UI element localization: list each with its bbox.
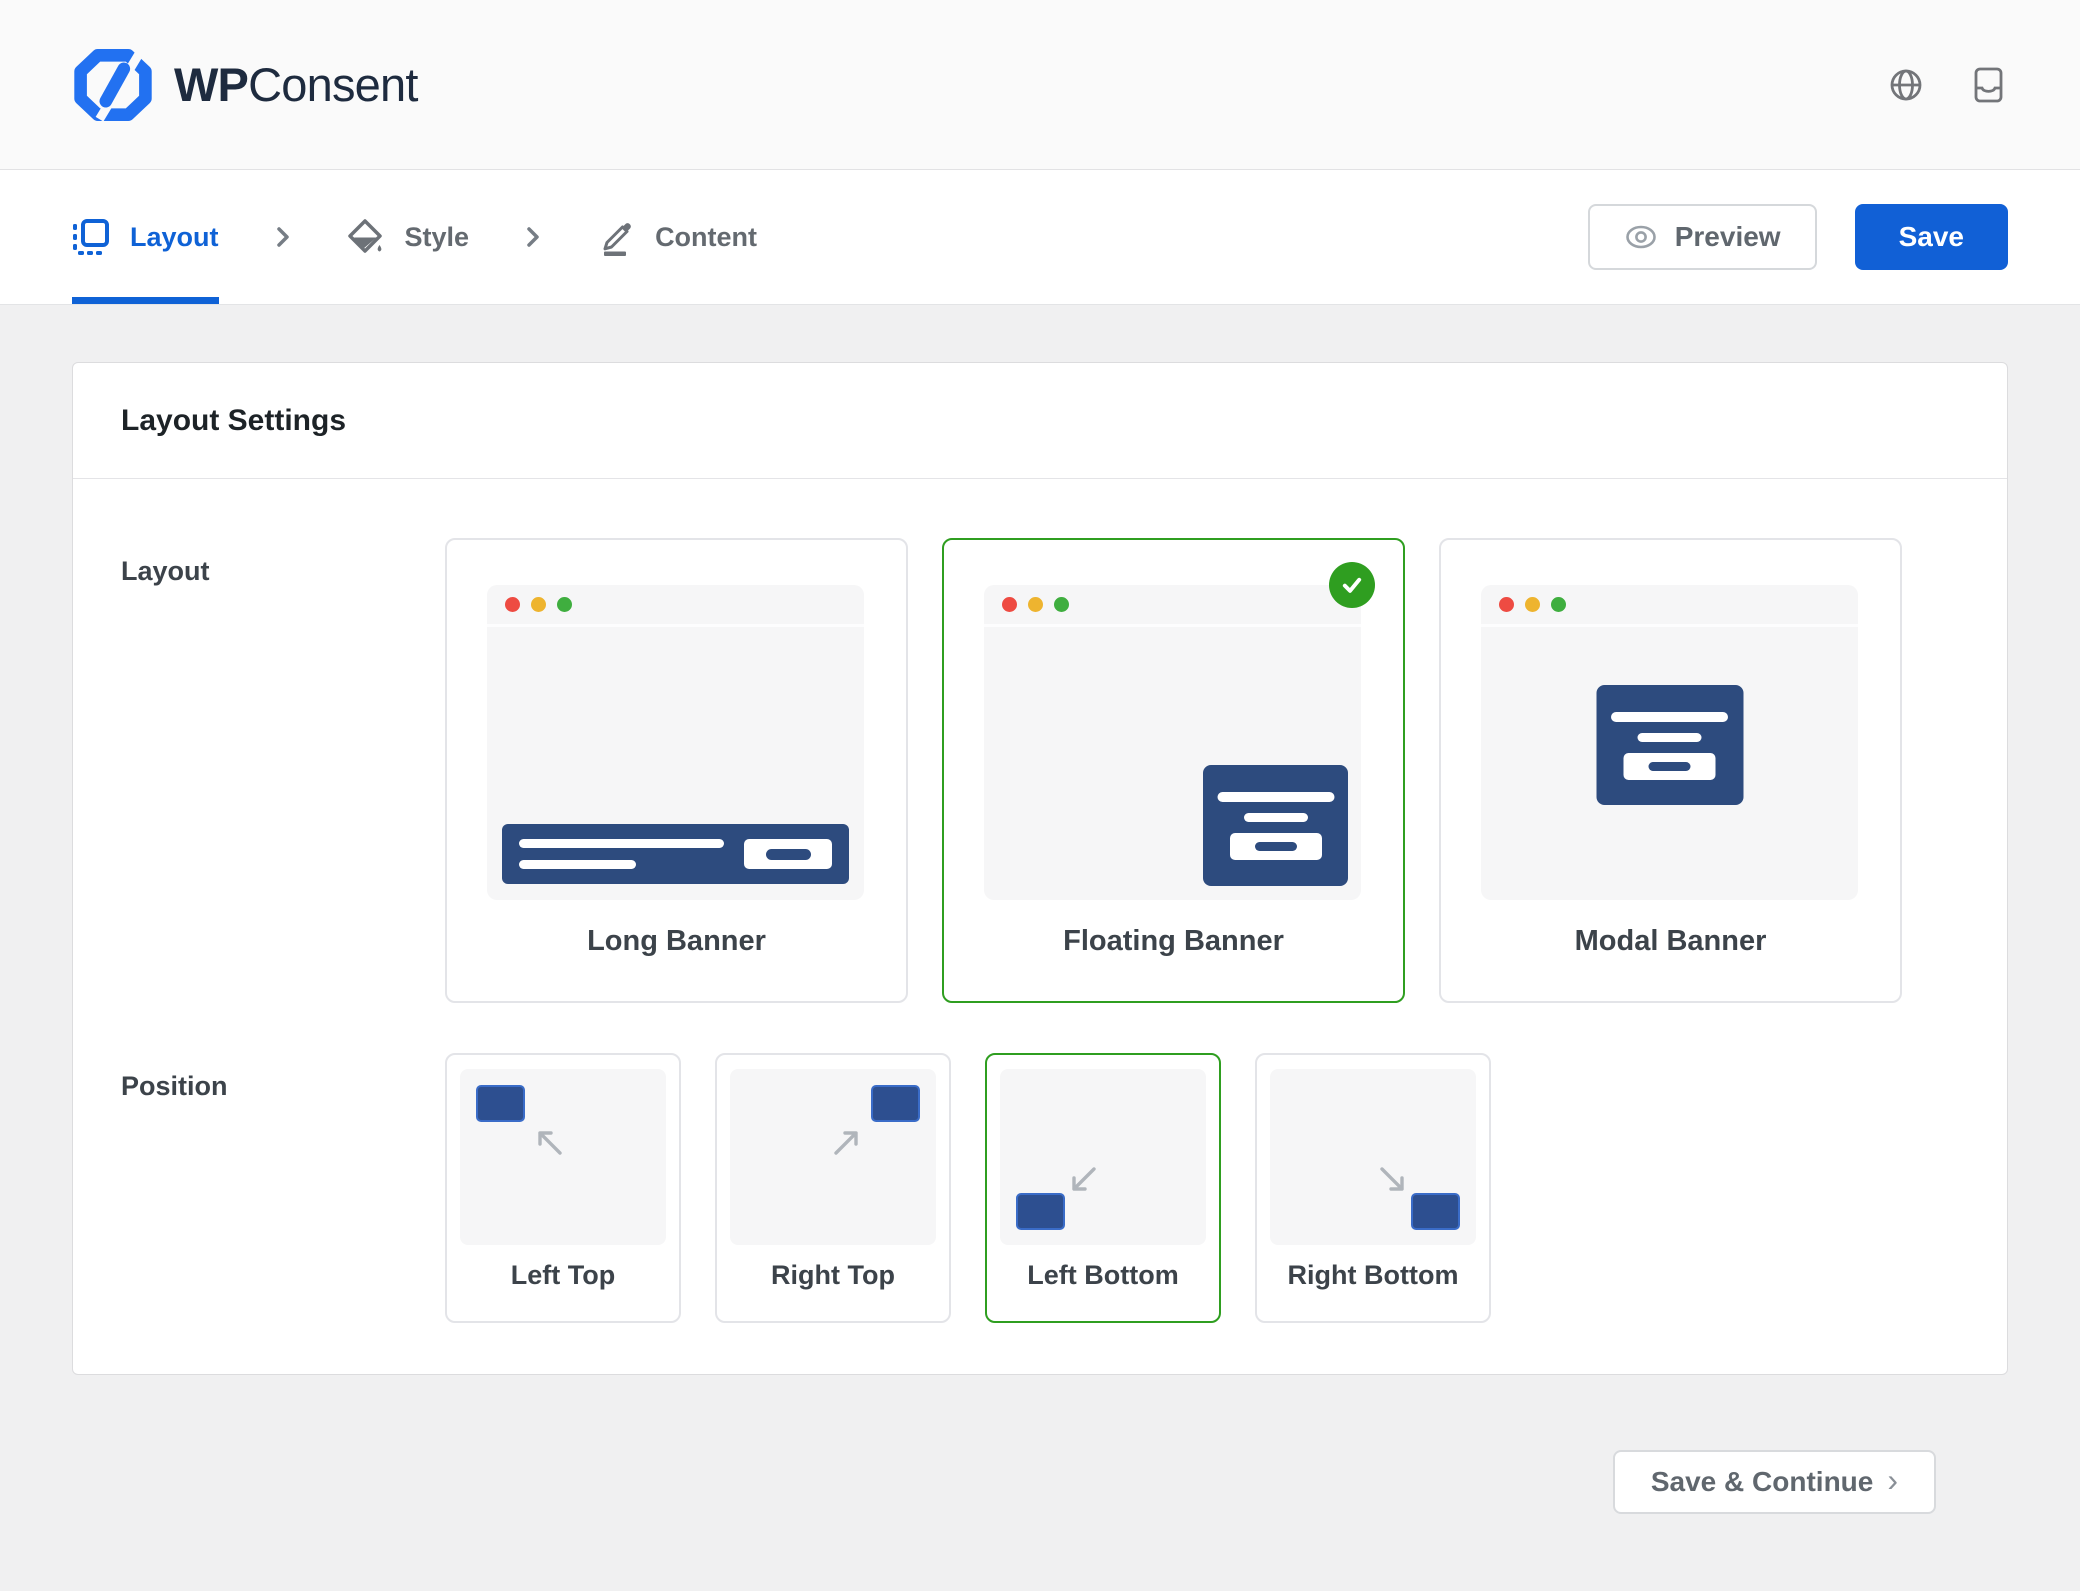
option-label: Right Top xyxy=(717,1260,949,1291)
preview-button[interactable]: Preview xyxy=(1588,204,1817,270)
option-label: Modal Banner xyxy=(1441,925,1900,958)
banner-button-label-shape xyxy=(1255,842,1297,851)
arrow-up-left-icon xyxy=(530,1123,568,1161)
banner-button-label-shape xyxy=(766,849,811,860)
position-option-right-bottom[interactable]: Right Bottom xyxy=(1255,1053,1491,1323)
logo-text-bold: WP xyxy=(174,58,248,111)
banner-text-line xyxy=(519,839,724,848)
wpconsent-logo-icon xyxy=(72,49,154,121)
option-label: Long Banner xyxy=(447,925,906,958)
app-header: WPConsent xyxy=(0,0,2080,170)
save-and-continue-label: Save & Continue xyxy=(1651,1466,1873,1498)
floating-banner-illustration xyxy=(1203,765,1348,886)
globe-icon[interactable] xyxy=(1886,65,1926,105)
browser-titlebar xyxy=(487,585,864,627)
tab-content-label: Content xyxy=(655,222,757,253)
check-icon xyxy=(1337,570,1367,600)
position-option-left-top[interactable]: Left Top xyxy=(445,1053,681,1323)
eye-icon xyxy=(1624,225,1658,249)
logo-text: WPConsent xyxy=(174,57,418,112)
banner-button-shape xyxy=(1230,833,1322,860)
wpconsent-logo: WPConsent xyxy=(72,49,418,121)
tab-style[interactable]: Style xyxy=(347,170,470,304)
banner-position-rect xyxy=(1411,1193,1460,1230)
banner-text-line xyxy=(1611,712,1728,722)
card-title: Layout Settings xyxy=(73,363,2007,479)
layout-row-label: Layout xyxy=(121,538,445,1003)
browser-mockup xyxy=(984,585,1361,900)
settings-navbar: Layout Style Content xyxy=(0,170,2080,305)
layout-option-long-banner[interactable]: Long Banner xyxy=(445,538,908,1003)
preview-button-label: Preview xyxy=(1675,221,1781,253)
main-content: Layout Settings Layout xyxy=(0,305,2080,1591)
traffic-dot-red xyxy=(505,597,520,612)
banner-text-line xyxy=(1244,813,1308,822)
arrow-down-right-icon xyxy=(1374,1161,1412,1199)
card-body: Layout xyxy=(73,479,2007,1374)
position-options: Left Top Right Top xyxy=(445,1053,1491,1323)
traffic-dot-yellow xyxy=(1525,597,1540,612)
save-and-continue-button[interactable]: Save & Continue › xyxy=(1613,1450,1936,1514)
chevron-right-icon: › xyxy=(1887,1464,1898,1500)
browser-titlebar xyxy=(1481,585,1858,627)
header-icons xyxy=(1886,65,2008,105)
tab-layout[interactable]: Layout xyxy=(72,170,219,304)
position-row: Position Left Top xyxy=(121,1053,1959,1323)
paint-bucket-icon xyxy=(347,218,385,256)
chevron-right-icon xyxy=(525,225,541,249)
traffic-dot-green xyxy=(1551,597,1566,612)
banner-text-line xyxy=(1217,792,1334,802)
banner-text-line xyxy=(519,860,636,869)
selected-check-badge xyxy=(1329,562,1375,608)
traffic-dot-green xyxy=(557,597,572,612)
banner-position-rect xyxy=(871,1085,920,1122)
traffic-dot-red xyxy=(1002,597,1017,612)
browser-mockup xyxy=(487,585,864,900)
logo-text-rest: Consent xyxy=(248,58,417,111)
position-option-left-bottom[interactable]: Left Bottom xyxy=(985,1053,1221,1323)
option-label: Left Bottom xyxy=(987,1260,1219,1291)
traffic-dot-yellow xyxy=(531,597,546,612)
banner-position-rect xyxy=(1016,1193,1065,1230)
traffic-dot-red xyxy=(1499,597,1514,612)
save-button[interactable]: Save xyxy=(1855,204,2008,270)
traffic-dot-yellow xyxy=(1028,597,1043,612)
layout-tab-icon xyxy=(72,218,110,256)
position-preview-panel xyxy=(1000,1069,1206,1245)
layout-option-floating-banner[interactable]: Floating Banner xyxy=(942,538,1405,1003)
chevron-right-icon xyxy=(275,225,291,249)
arrow-down-left-icon xyxy=(1064,1161,1102,1199)
footer-actions: Save & Continue › xyxy=(72,1375,2008,1591)
layout-settings-card: Layout Settings Layout xyxy=(72,362,2008,1375)
browser-titlebar xyxy=(984,585,1361,627)
position-option-right-top[interactable]: Right Top xyxy=(715,1053,951,1323)
layout-option-modal-banner[interactable]: Modal Banner xyxy=(1439,538,1902,1003)
layout-row: Layout xyxy=(121,538,1959,1003)
option-label: Floating Banner xyxy=(944,925,1403,958)
banner-position-rect xyxy=(476,1085,525,1122)
tab-style-label: Style xyxy=(405,222,470,253)
arrow-up-right-icon xyxy=(828,1123,866,1161)
position-row-label: Position xyxy=(121,1053,445,1323)
tab-layout-label: Layout xyxy=(130,222,219,253)
browser-mockup xyxy=(1481,585,1858,900)
position-preview-panel xyxy=(730,1069,936,1245)
inbox-tray-icon[interactable] xyxy=(1968,65,2008,105)
layout-options: Long Banner xyxy=(445,538,1902,1003)
pencil-icon xyxy=(597,218,635,256)
banner-text-line xyxy=(1638,733,1702,742)
nav-actions: Preview Save xyxy=(1588,204,2008,270)
option-label: Right Bottom xyxy=(1257,1260,1489,1291)
option-label: Left Top xyxy=(447,1260,679,1291)
position-preview-panel xyxy=(1270,1069,1476,1245)
position-preview-panel xyxy=(460,1069,666,1245)
modal-banner-illustration xyxy=(1596,685,1743,805)
tab-content[interactable]: Content xyxy=(597,170,757,304)
banner-button-label-shape xyxy=(1649,762,1691,771)
step-tabs: Layout Style Content xyxy=(72,170,757,304)
banner-button-shape xyxy=(744,839,832,869)
long-banner-illustration xyxy=(502,824,849,884)
banner-button-shape xyxy=(1624,753,1716,780)
traffic-dot-green xyxy=(1054,597,1069,612)
